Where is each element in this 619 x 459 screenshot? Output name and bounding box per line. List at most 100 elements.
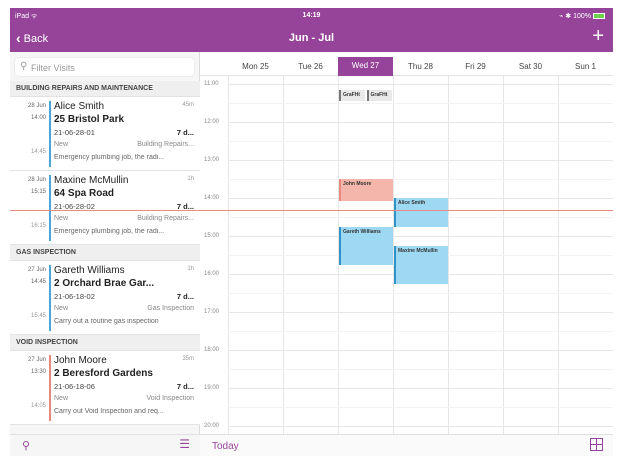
event-color-edge — [339, 179, 341, 202]
visit-address: 2 Orchard Brae Gar... — [54, 278, 155, 289]
today-button[interactable]: Today — [212, 441, 239, 452]
visit-date: 27 Jun — [27, 357, 46, 363]
visit-description: Emergency plumbing job, the radi... — [54, 228, 165, 235]
hour-label: 15:00 — [204, 233, 220, 239]
visit-color-bar — [49, 101, 51, 167]
day-header[interactable]: Sun 1 — [558, 58, 613, 76]
hour-line — [228, 122, 613, 123]
event-title: John Moore — [343, 181, 372, 187]
half-hour-line — [228, 369, 613, 370]
calendar-grid[interactable]: 11:00 12:00 13:00 14:00 15:00 16:00 17:00 18:00… — [10, 76, 613, 446]
hour-line — [228, 388, 613, 389]
day-header[interactable]: Fri 29 — [448, 58, 503, 76]
visit-ref: 21-06-18-06 — [54, 382, 95, 391]
visit-date: 28 Jun — [27, 103, 46, 109]
section-header: VOID INSPECTION — [10, 335, 200, 351]
visit-type: Building Repairs... — [137, 215, 194, 222]
calendar-event[interactable]: John Moore — [339, 179, 393, 202]
day-header[interactable]: Tue 26 — [283, 58, 338, 76]
visit-days: 7 d... — [176, 128, 194, 137]
visit-list-item[interactable]: 28 Jun 15:15 16:15 1h Maxine McMullin 64 Spa … — [10, 171, 200, 245]
left-toolbar: ⚲ ☰ — [10, 434, 200, 456]
visit-start-time: 13:30 — [30, 369, 46, 375]
section-header: GAS INSPECTION — [10, 245, 200, 261]
visit-description: Carry out a routine gas inspection — [54, 318, 159, 325]
visit-list-item[interactable]: 28 Jun 14:00 14:45 45m Alice Smith 25 Bristol… — [10, 97, 200, 171]
event-color-edge — [339, 89, 341, 102]
visit-end-time: 15:45 — [30, 313, 46, 319]
half-hour-line — [228, 103, 613, 104]
visit-description: Carry out Void Inspection and req... — [54, 408, 164, 415]
battery-label: ⌁ ✱ 100% — [559, 13, 591, 20]
visit-date: 27 Jun — [27, 267, 46, 273]
current-time-line — [10, 210, 613, 212]
half-hour-line — [228, 331, 613, 332]
visit-type: Void Inspection — [146, 395, 194, 402]
hour-line — [228, 312, 613, 313]
visit-name: John Moore — [54, 355, 107, 366]
add-button[interactable]: + — [592, 25, 604, 48]
event-color-edge — [366, 89, 369, 102]
visit-start-time: 15:15 — [30, 189, 46, 195]
half-hour-line — [228, 179, 613, 180]
visit-address: 64 Spa Road — [54, 188, 115, 199]
visit-type: Building Repairs... — [137, 141, 194, 148]
visit-ref: 21-06-28-01 — [54, 128, 95, 137]
visit-name: Alice Smith — [54, 101, 105, 112]
visit-color-bar — [49, 265, 51, 331]
visit-name: Gareth Williams — [54, 265, 125, 276]
nav-bar: ‹ Back Jun - Jul + — [10, 24, 613, 52]
visit-color-bar — [49, 355, 51, 421]
hour-label: 11:00 — [204, 81, 219, 87]
calendar-event[interactable]: Alice Smith — [394, 198, 448, 227]
day-header[interactable]: Thu 28 — [393, 58, 448, 76]
battery-icon — [593, 13, 605, 19]
status-right: ⌁ ✱ 100% — [559, 12, 605, 20]
visit-duration: 1h — [187, 266, 194, 272]
visit-duration: 45m — [182, 102, 194, 108]
day-header[interactable]: Mon 25 — [228, 58, 283, 76]
hour-line — [228, 84, 613, 85]
hour-line — [228, 350, 613, 351]
hour-line — [228, 426, 613, 427]
visit-end-time: 14:45 — [30, 149, 46, 155]
visit-address: 2 Beresford Gardens — [54, 368, 153, 379]
ipad-screen: iPad ᯤ 14:19 ⌁ ✱ 100% ‹ Back Jun - Jul + … — [10, 8, 613, 456]
visit-status: New — [54, 215, 69, 222]
calendar-event[interactable]: GraFHt — [339, 89, 365, 102]
search-icon: ⚲ — [20, 61, 28, 72]
day-header[interactable]: Sat 30 — [503, 58, 558, 76]
sort-filter-icon[interactable]: ☰ — [179, 437, 190, 451]
calendar-event[interactable]: GraFHt — [366, 89, 392, 102]
filter-visits-input[interactable] — [31, 60, 191, 75]
half-hour-line — [228, 407, 613, 408]
visit-color-bar — [49, 175, 51, 241]
visit-status: New — [54, 395, 69, 402]
map-icon[interactable] — [590, 438, 603, 451]
hour-line — [228, 160, 613, 161]
visit-end-time: 14:05 — [30, 403, 46, 409]
day-header[interactable]: Wed 27 — [338, 57, 393, 76]
calendar-event[interactable]: Gareth Williams — [339, 226, 393, 265]
event-title: Maxine McMullin — [398, 247, 438, 254]
visit-list-item[interactable]: 27 Jun 14:45 15:45 1h Gareth Williams 2 Orcha… — [10, 261, 200, 335]
visit-duration: 35m — [182, 356, 194, 362]
section-header: BUILDING REPAIRS AND MAINTENANCE — [10, 81, 200, 97]
event-color-edge — [339, 226, 341, 265]
half-hour-line — [228, 293, 613, 294]
visit-list-item[interactable]: 27 Jun 13:30 14:05 35m John Moore 2 Beresford… — [10, 351, 200, 425]
week-calendar: Mon 25 Tue 26 Wed 27 Thu 28 Fri 29 Sat 30 Sun … — [10, 52, 613, 456]
event-title: GraFHt — [343, 91, 360, 98]
visit-status: New — [54, 141, 69, 148]
status-time: 14:19 — [302, 12, 321, 19]
visit-list: BUILDING REPAIRS AND MAINTENANCE 28 Jun 14… — [10, 81, 200, 425]
visit-ref: 21-06-18-02 — [54, 292, 95, 301]
visit-days: 7 d... — [176, 292, 194, 301]
calendar-event[interactable]: Maxine McMullin — [394, 245, 448, 284]
hour-label: 20:00 — [204, 423, 220, 429]
event-color-edge — [394, 245, 396, 284]
hour-label: 12:00 — [204, 119, 220, 125]
visit-type: Gas Inspection — [147, 305, 194, 312]
event-color-edge — [394, 198, 396, 227]
search-toolbar-icon[interactable]: ⚲ — [22, 439, 30, 452]
